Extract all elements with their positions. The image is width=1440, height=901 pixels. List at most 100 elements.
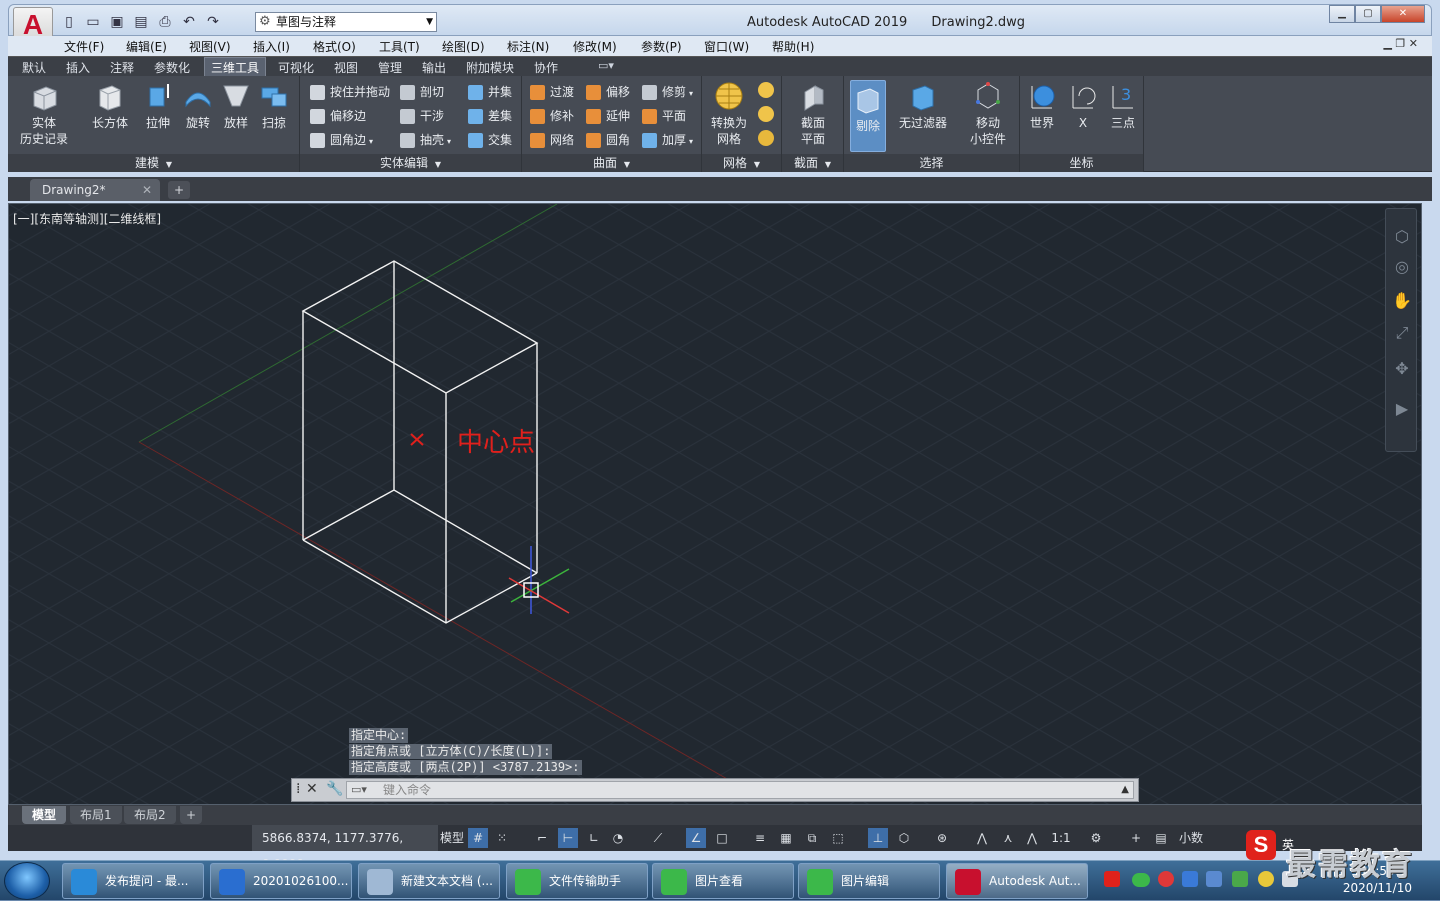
drawing-viewport[interactable]: [一][东南等轴测][二维线框] 中心点 ⬡ ◎ ✋ ⤢ ✥ ▶ 指定中心: 指… <box>8 203 1422 805</box>
tab-layout1[interactable]: 布局1 <box>70 806 122 824</box>
menu-help[interactable]: 帮助(H) <box>772 38 814 55</box>
menu-modify[interactable]: 修改(M) <box>573 38 617 55</box>
menu-file[interactable]: 文件(F) <box>64 38 104 55</box>
tab-model[interactable]: 模型 <box>22 806 67 824</box>
mesh-crease-icon[interactable] <box>758 130 774 146</box>
new-icon[interactable]: ▯ <box>59 12 79 32</box>
sogou-tray-icon[interactable] <box>1104 871 1120 887</box>
ucs-world-button[interactable]: 世界 <box>1024 80 1060 131</box>
viewcube-icon[interactable]: ⬡ <box>1392 227 1412 247</box>
model-space-button[interactable]: 模型 <box>440 828 464 848</box>
menu-tools[interactable]: 工具(T) <box>379 38 420 55</box>
annotation-visibility-icon[interactable]: ⋀ <box>972 828 992 848</box>
3d-object-snap-icon[interactable]: ⬚ <box>828 828 848 848</box>
culling-button[interactable]: 剔除 <box>850 80 886 152</box>
ucs-x-button[interactable]: X <box>1066 80 1100 131</box>
solid-history-button[interactable]: 实体 历史记录 <box>18 80 70 147</box>
subtract-button[interactable]: 差集 <box>468 106 512 126</box>
taskbar-item-image-viewer[interactable]: 图片查看 <box>652 863 794 899</box>
loft-button[interactable]: 放样 <box>218 80 254 131</box>
surface-planar-button[interactable]: 平面 <box>642 106 686 126</box>
surface-fillet-button[interactable]: 圆角 <box>586 130 630 150</box>
shell-button[interactable]: 抽壳 ▾ <box>400 130 451 150</box>
customize-wrench-icon[interactable]: 🔧 <box>326 781 343 797</box>
tab-view[interactable]: 视图 <box>334 59 358 76</box>
surface-thicken-button[interactable]: 加厚 ▾ <box>642 130 693 150</box>
workspace-dropdown[interactable]: ⚙ 草图与注释 ▼ <box>255 12 437 32</box>
add-layout-button[interactable]: + <box>180 806 203 824</box>
steering-wheel-icon[interactable]: ◎ <box>1392 257 1412 277</box>
tab-annotate[interactable]: 注释 <box>110 59 134 76</box>
start-button[interactable] <box>4 862 50 900</box>
transparency-icon[interactable]: ▦ <box>776 828 796 848</box>
lineweight-icon[interactable]: ≡ <box>750 828 770 848</box>
tab-drawing2[interactable]: Drawing2* ✕ <box>30 179 160 201</box>
section-plane-button[interactable]: 截面 平面 <box>788 80 838 147</box>
surface-trim-button[interactable]: 修剪 ▾ <box>642 82 693 102</box>
saveas-icon[interactable]: ▤ <box>131 12 151 32</box>
interfere-button[interactable]: 干涉 <box>400 106 444 126</box>
showmotion-icon[interactable]: ▶ <box>1392 399 1412 419</box>
save-icon[interactable]: ▣ <box>107 12 127 32</box>
orbit-icon[interactable]: ✥ <box>1392 359 1412 379</box>
surface-blend-button[interactable]: 过渡 <box>530 82 574 102</box>
presspull-button[interactable]: 按住并拖动 <box>310 82 390 102</box>
object-snap-icon[interactable]: □ <box>712 828 732 848</box>
redo-icon[interactable]: ↷ <box>203 12 223 32</box>
convert-to-mesh-button[interactable]: 转换为 网格 <box>706 80 752 147</box>
taskbar-item-notepad[interactable]: 新建文本文档 (... <box>358 863 500 899</box>
taskbar-item-wechat-transfer[interactable]: 文件传输助手 <box>506 863 648 899</box>
viewport-controls-label[interactable]: [一][东南等轴测][二维线框] <box>13 210 161 227</box>
print-icon[interactable]: ⎙ <box>155 12 175 32</box>
taskbar-item-ie[interactable]: 发布提问 - 最... <box>62 863 204 899</box>
pan-hand-icon[interactable]: ✋ <box>1392 291 1412 311</box>
auto-scale-icon[interactable]: ⋏ <box>998 828 1018 848</box>
mesh-smooth-icon[interactable] <box>758 82 774 98</box>
surface-network-button[interactable]: 网络 <box>530 130 574 150</box>
panel-title-mesh[interactable]: 网格 ▼ <box>702 154 781 172</box>
surface-offset-button[interactable]: 偏移 <box>586 82 630 102</box>
zoom-extents-icon[interactable]: ⤢ <box>1392 323 1412 343</box>
ribbon-display-toggle-icon[interactable]: ▭▾ <box>598 59 614 72</box>
tab-insert[interactable]: 插入 <box>66 59 90 76</box>
annotation-monitor-icon[interactable]: + <box>1126 828 1146 848</box>
infer-constraints-icon[interactable]: ⌐ <box>532 828 552 848</box>
mdi-controls[interactable]: ▁ ❐ ✕ <box>1383 37 1418 50</box>
tab-visualize[interactable]: 可视化 <box>278 59 314 76</box>
annotation-scale-icon[interactable]: ⋀ <box>1022 828 1042 848</box>
menu-draw[interactable]: 绘图(D) <box>442 38 485 55</box>
open-icon[interactable]: ▭ <box>83 12 103 32</box>
panel-title-surface[interactable]: 曲面 ▼ <box>522 154 701 172</box>
revolve-button[interactable]: 旋转 <box>180 80 216 131</box>
menu-parametric[interactable]: 参数(P) <box>641 38 682 55</box>
drag-handle-icon[interactable]: ⁞ <box>296 781 300 797</box>
intersect-button[interactable]: 交集 <box>468 130 512 150</box>
menu-view[interactable]: 视图(V) <box>189 38 231 55</box>
close-icon[interactable]: ✕ <box>142 179 152 201</box>
polar-tracking-icon[interactable]: ◔ <box>608 828 628 848</box>
snap-mode-icon[interactable]: ⁙ <box>492 828 512 848</box>
tab-addins[interactable]: 附加模块 <box>466 59 514 76</box>
tab-output[interactable]: 输出 <box>422 59 446 76</box>
tab-3d-tools[interactable]: 三维工具 <box>204 57 267 77</box>
tab-default[interactable]: 默认 <box>22 59 46 76</box>
security-tray-icon[interactable] <box>1158 871 1174 887</box>
object-snap-tracking-icon[interactable]: ∠ <box>686 828 706 848</box>
surface-patch-button[interactable]: 修补 <box>530 106 574 126</box>
sweep-button[interactable]: 扫掠 <box>256 80 292 131</box>
mesh-refine-icon[interactable] <box>758 106 774 122</box>
close-button[interactable]: ✕ <box>1381 5 1425 23</box>
menu-window[interactable]: 窗口(W) <box>704 38 749 55</box>
dynamic-input-icon[interactable]: ⊢ <box>558 828 578 848</box>
network-tray-icon[interactable] <box>1206 871 1222 887</box>
close-icon[interactable]: ✕ <box>306 781 318 797</box>
tab-collaborate[interactable]: 协作 <box>534 59 558 76</box>
tab-manage[interactable]: 管理 <box>378 59 402 76</box>
no-filter-button[interactable]: 无过滤器 <box>896 80 950 131</box>
menu-format[interactable]: 格式(O) <box>313 38 356 55</box>
union-button[interactable]: 并集 <box>468 82 512 102</box>
fillet-edge-button[interactable]: 圆角边 ▾ <box>310 130 373 150</box>
slice-button[interactable]: 剖切 <box>400 82 444 102</box>
offset-edge-button[interactable]: 偏移边 <box>310 106 366 126</box>
history-toggle-icon[interactable]: ▲ <box>1121 782 1129 798</box>
